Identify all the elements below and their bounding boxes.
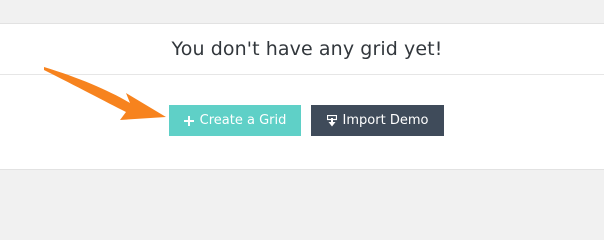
import-demo-label: Import Demo bbox=[342, 113, 429, 128]
panel-header: You don't have any grid yet! bbox=[0, 24, 604, 75]
empty-state-actions: Create a Grid Import Demo bbox=[0, 105, 604, 137]
empty-state-title: You don't have any grid yet! bbox=[171, 38, 443, 60]
create-grid-label: Create a Grid bbox=[199, 113, 287, 128]
empty-state-panel: You don't have any grid yet! Create a Gr… bbox=[0, 23, 604, 170]
page: You don't have any grid yet! Create a Gr… bbox=[0, 0, 604, 207]
create-grid-button[interactable]: Create a Grid bbox=[169, 105, 301, 136]
plus-icon bbox=[183, 115, 194, 126]
import-demo-button[interactable]: Import Demo bbox=[311, 105, 444, 136]
import-icon bbox=[326, 114, 337, 127]
